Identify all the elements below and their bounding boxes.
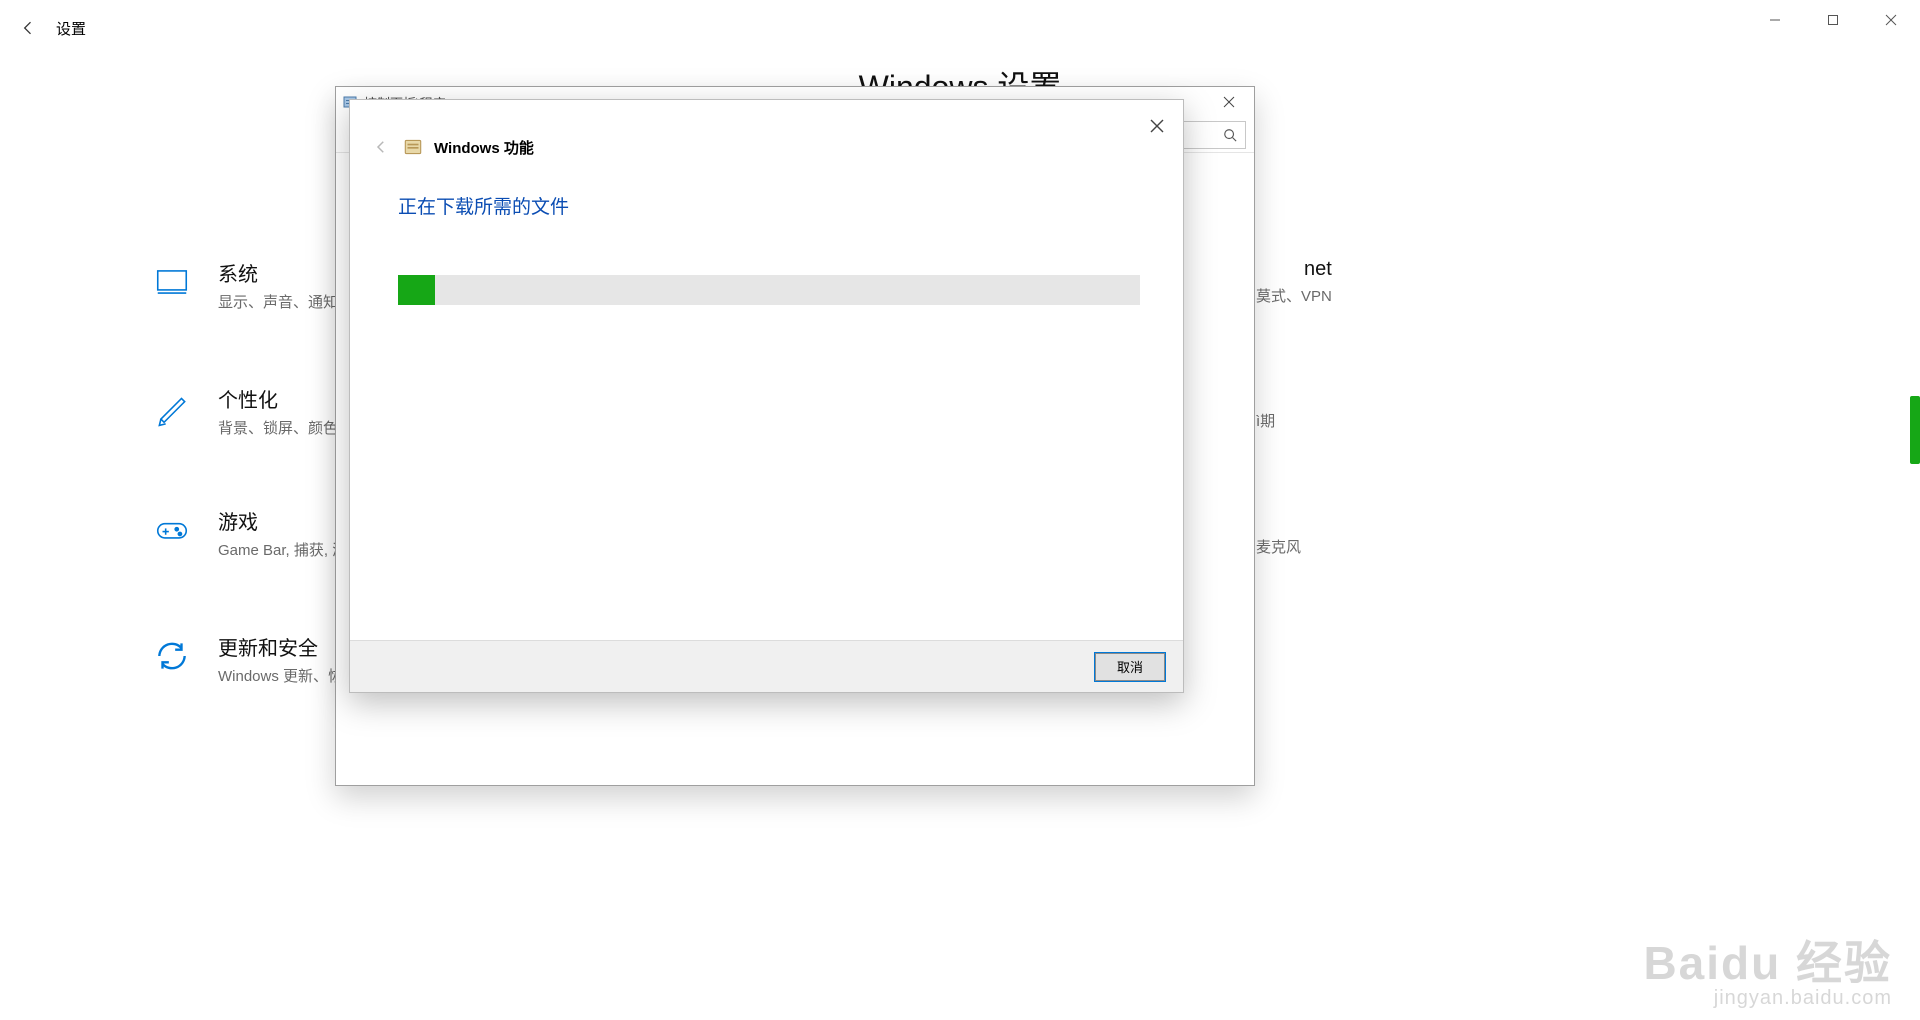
settings-title: 设置 [56, 18, 86, 39]
category-subtitle: Windows 更新、恢 [218, 665, 343, 686]
maximize-button[interactable] [1804, 0, 1862, 40]
windows-features-dialog: Windows 功能 正在下载所需的文件 取消 [349, 99, 1184, 693]
back-button[interactable] [0, 0, 56, 56]
category-subtitle: Game Bar, 捕获, 游 [218, 539, 347, 560]
category-personalization[interactable]: 个性化 背景、锁屏、颜色 [148, 384, 338, 438]
window-controls [1746, 0, 1920, 40]
progress-bar [398, 275, 1140, 305]
category-network-fragment[interactable]: net 莫式、VPN [1256, 258, 1332, 306]
dialog-footer: 取消 [350, 640, 1183, 692]
dialog-title: Windows 功能 [434, 137, 534, 158]
status-message: 正在下载所需的文件 [398, 192, 1143, 219]
category-gaming[interactable]: 游戏 Game Bar, 捕获, 游 [148, 506, 347, 560]
category-privacy-fragment[interactable]: 麦克风 [1256, 532, 1301, 557]
category-system[interactable]: 系统 显示、声音、通知、 [148, 258, 353, 312]
brush-icon [148, 384, 196, 432]
dialog-body: 正在下载所需的文件 [350, 164, 1183, 640]
close-button[interactable] [1141, 110, 1173, 142]
search-icon [1223, 128, 1237, 142]
watermark: Baidu 经验 jingyan.baidu.com [1643, 927, 1892, 1010]
display-icon [148, 258, 196, 306]
category-time-fragment[interactable]: ì期 [1256, 406, 1275, 431]
minimize-button[interactable] [1746, 0, 1804, 40]
page-scroll-indicator[interactable] [1910, 396, 1920, 464]
settings-titlebar: 设置 [0, 0, 1920, 56]
category-title: 游戏 [218, 506, 347, 535]
features-icon [402, 136, 424, 158]
category-title: 更新和安全 [218, 632, 343, 661]
progress-fill [398, 275, 435, 305]
close-button[interactable] [1862, 0, 1920, 40]
sync-icon [148, 632, 196, 680]
category-update-security[interactable]: 更新和安全 Windows 更新、恢 [148, 632, 343, 686]
back-button[interactable] [366, 132, 396, 162]
category-subtitle: 显示、声音、通知、 [218, 291, 353, 312]
category-title: 个性化 [218, 384, 338, 413]
close-button[interactable] [1204, 87, 1254, 117]
category-title: 系统 [218, 258, 353, 287]
dialog-header: Windows 功能 [350, 100, 1183, 164]
category-subtitle: 背景、锁屏、颜色 [218, 417, 338, 438]
gamepad-icon [148, 506, 196, 554]
search-box[interactable] [1176, 121, 1246, 149]
cancel-button[interactable]: 取消 [1095, 653, 1165, 681]
